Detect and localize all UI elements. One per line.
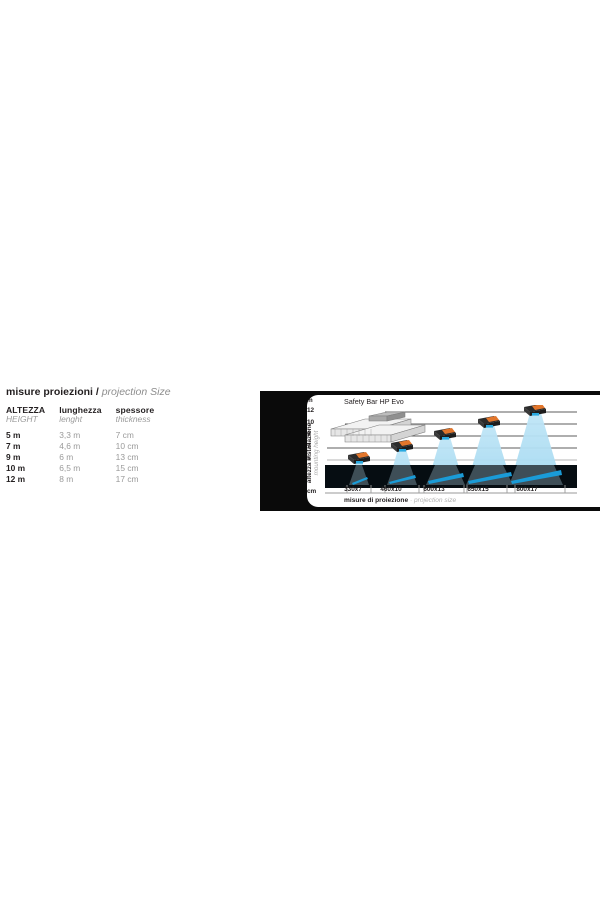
column-header-thickness: spessore thickness <box>115 405 169 430</box>
table-title-separator: / <box>92 386 102 398</box>
fixture-icon-7m <box>391 440 413 452</box>
cell-length: 8 m <box>59 474 74 485</box>
column-header-length-en: lenght <box>59 414 83 425</box>
fixture-icon-10m <box>478 416 500 428</box>
cell-height: 9 m <box>6 452 21 463</box>
measures-table: ALTEZZA HEIGHT lunghezza lenght spessore… <box>6 405 169 485</box>
table-title-en: projection Size <box>101 386 171 398</box>
projection-measures-block: misure proiezioni / projection Size ALTE… <box>6 386 236 485</box>
table-row: 10 m 6,5 m 15 cm <box>6 463 168 474</box>
diagram-black-band: altezza installazione mounting height Sa… <box>260 391 600 511</box>
measures-table-body: 5 m 3,3 m 7 cm 7 m 4,6 m 10 cm 9 m 6 m 1… <box>6 430 168 485</box>
cell-height: 5 m <box>6 430 21 441</box>
table-row: 12 m 8 m 17 cm <box>6 474 168 485</box>
diagram-bottom-caption: misure di proiezione · projection size <box>344 497 456 504</box>
y-axis-unit-label: m <box>307 397 313 404</box>
y-tick-10: 10 <box>307 419 315 426</box>
cell-length: 6,5 m <box>59 463 81 474</box>
table-header-row: ALTEZZA HEIGHT lunghezza lenght spessore… <box>6 405 169 430</box>
cell-length: 4,6 m <box>59 441 81 452</box>
table-row: 9 m 6 m 13 cm <box>6 452 168 463</box>
column-header-height: ALTEZZA HEIGHT <box>6 405 59 430</box>
fixture-icon-12m <box>524 405 546 416</box>
cell-length: 3,3 m <box>59 430 81 441</box>
y-tick-12: 12 <box>307 407 315 414</box>
table-title: misure proiezioni / projection Size <box>6 386 236 399</box>
cell-thickness: 7 cm <box>115 430 134 441</box>
cell-thickness: 15 cm <box>115 463 139 474</box>
projection-label-800x17: 800x17 <box>516 486 538 493</box>
table-row: 7 m 4,6 m 10 cm <box>6 441 168 452</box>
cell-thickness: 13 cm <box>115 452 139 463</box>
floor-unit-label: cm <box>307 488 317 495</box>
cell-thickness: 10 cm <box>115 441 139 452</box>
table-title-it: misure proiezioni <box>6 386 93 398</box>
column-header-height-en: HEIGHT <box>6 414 38 425</box>
table-row: 5 m 3,3 m 7 cm <box>6 430 168 441</box>
diagram-bottom-caption-en: projection size <box>414 497 457 504</box>
column-header-length: lunghezza lenght <box>59 405 115 430</box>
y-tick-5: 5 <box>307 455 311 462</box>
cell-length: 6 m <box>59 452 74 463</box>
cell-height: 7 m <box>6 441 21 452</box>
fixture-icon-9m <box>434 428 456 440</box>
cell-thickness: 17 cm <box>115 474 139 485</box>
y-tick-7: 7 <box>307 443 311 450</box>
fixture-icon-5m <box>348 452 370 464</box>
column-header-thickness-en: thickness <box>115 414 151 425</box>
diagram-bottom-caption-it: misure di proiezione <box>344 497 409 504</box>
projection-diagram-card: altezza installazione mounting height Sa… <box>307 395 600 507</box>
y-tick-9: 9 <box>307 431 311 438</box>
cell-height: 10 m <box>6 463 26 474</box>
cell-height: 12 m <box>6 474 26 485</box>
truss-structure-icon <box>330 411 426 443</box>
